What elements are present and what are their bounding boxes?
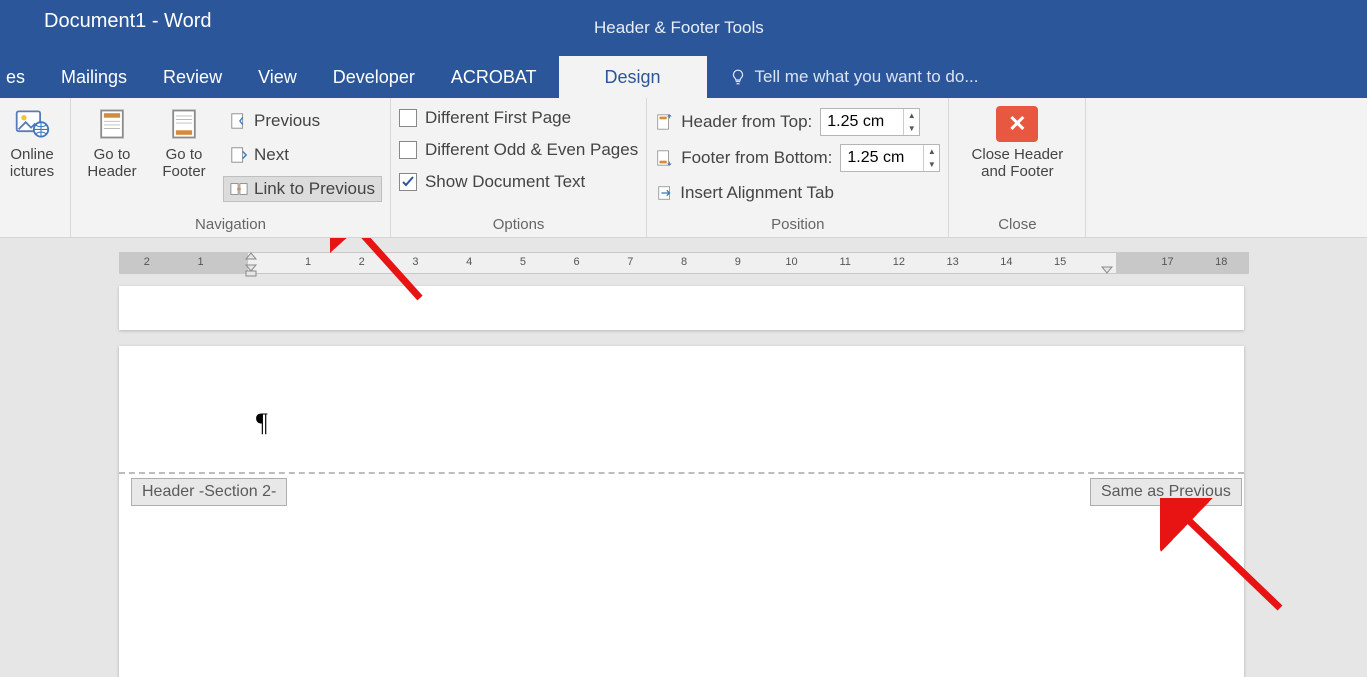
checkbox-show-document-text[interactable]: Show Document Text	[399, 172, 638, 192]
checkbox-different-first-page[interactable]: Different First Page	[399, 108, 638, 128]
tab-acrobat[interactable]: ACROBAT	[433, 56, 555, 98]
header-from-top-input[interactable]	[821, 109, 903, 135]
go-to-header-button[interactable]: Go to Header	[79, 102, 145, 181]
footer-from-bottom-spinner[interactable]: ▲▼	[840, 144, 940, 172]
same-as-previous-tag: Same as Previous	[1090, 478, 1242, 506]
ribbon-group-close: ✕ Close Header and Footer Close	[949, 98, 1086, 237]
tell-me-placeholder: Tell me what you want to do...	[755, 67, 979, 87]
ribbon-tabs: es Mailings Review View Developer ACROBA…	[0, 56, 1367, 98]
header-from-top-icon	[655, 113, 673, 131]
group-label-close: Close	[957, 212, 1077, 233]
tab-mailings[interactable]: Mailings	[43, 56, 145, 98]
group-label-navigation: Navigation	[79, 212, 382, 233]
go-to-footer-button[interactable]: Go to Footer	[151, 102, 217, 181]
footer-from-bottom-label: Footer from Bottom:	[681, 148, 832, 168]
spin-down-icon[interactable]: ▼	[904, 122, 919, 135]
document-title: Document1 - Word	[44, 10, 211, 33]
lightbulb-icon	[729, 68, 747, 86]
page-current[interactable]: ¶	[119, 346, 1244, 677]
tab-view[interactable]: View	[240, 56, 315, 98]
page-previous-bottom	[119, 286, 1244, 330]
header-from-top-spinner[interactable]: ▲▼	[820, 108, 920, 136]
footer-from-bottom-input[interactable]	[841, 145, 923, 171]
text-cursor-icon: ¶	[256, 408, 268, 438]
previous-icon	[230, 112, 248, 130]
tab-developer[interactable]: Developer	[315, 56, 433, 98]
contextual-tool-label: Header & Footer Tools	[576, 0, 782, 56]
close-header-footer-button[interactable]: ✕ Close Header and Footer	[957, 102, 1077, 181]
ruler-labels: 211234567891011121314151718	[120, 256, 1248, 268]
horizontal-ruler[interactable]: 211234567891011121314151718	[119, 252, 1249, 274]
ribbon-group-position: Header from Top: ▲▼ Footer from Bottom:	[647, 98, 949, 237]
online-pictures-icon	[14, 106, 50, 142]
indent-marker-left-icon[interactable]	[244, 251, 258, 277]
checkbox-icon	[399, 141, 417, 159]
header-from-top-label: Header from Top:	[681, 112, 812, 132]
header-section-tag: Header -Section 2-	[131, 478, 287, 506]
checkbox-different-odd-even[interactable]: Different Odd & Even Pages	[399, 140, 638, 160]
tab-review[interactable]: Review	[145, 56, 240, 98]
next-icon	[230, 146, 248, 164]
alignment-tab-icon	[656, 184, 674, 202]
indent-marker-right-icon[interactable]	[1100, 263, 1114, 277]
close-icon: ✕	[996, 106, 1038, 142]
ribbon: Online ictures Go to Header	[0, 98, 1367, 238]
spin-down-icon[interactable]: ▼	[924, 158, 939, 171]
go-to-header-icon	[94, 106, 130, 142]
title-bar: Document1 - Word Header & Footer Tools	[0, 0, 1367, 56]
insert-alignment-tab-button[interactable]: Insert Alignment Tab	[655, 180, 940, 206]
next-button[interactable]: Next	[223, 142, 382, 168]
ribbon-group-options: Different First Page Different Odd & Eve…	[391, 98, 647, 237]
link-to-previous-button[interactable]: Link to Previous	[223, 176, 382, 202]
group-label-position: Position	[655, 212, 940, 233]
tab-references-partial[interactable]: es	[0, 56, 43, 98]
link-to-previous-icon	[230, 180, 248, 198]
spin-up-icon[interactable]: ▲	[904, 109, 919, 122]
ribbon-group-navigation: Go to Header Go to Footer	[71, 98, 391, 237]
group-label-options: Options	[399, 212, 638, 233]
checkbox-checked-icon	[399, 173, 417, 191]
tell-me-search[interactable]: Tell me what you want to do...	[707, 67, 979, 87]
document-area: 211234567891011121314151718 ¶ Header -Se…	[0, 238, 1367, 677]
online-pictures-button[interactable]: Online ictures	[2, 102, 62, 181]
footer-from-bottom-icon	[655, 149, 673, 167]
checkbox-icon	[399, 109, 417, 127]
spin-up-icon[interactable]: ▲	[924, 145, 939, 158]
tab-design[interactable]: Design	[559, 56, 707, 98]
previous-button[interactable]: Previous	[223, 108, 382, 134]
header-boundary-line	[119, 472, 1244, 474]
go-to-footer-icon	[166, 106, 202, 142]
